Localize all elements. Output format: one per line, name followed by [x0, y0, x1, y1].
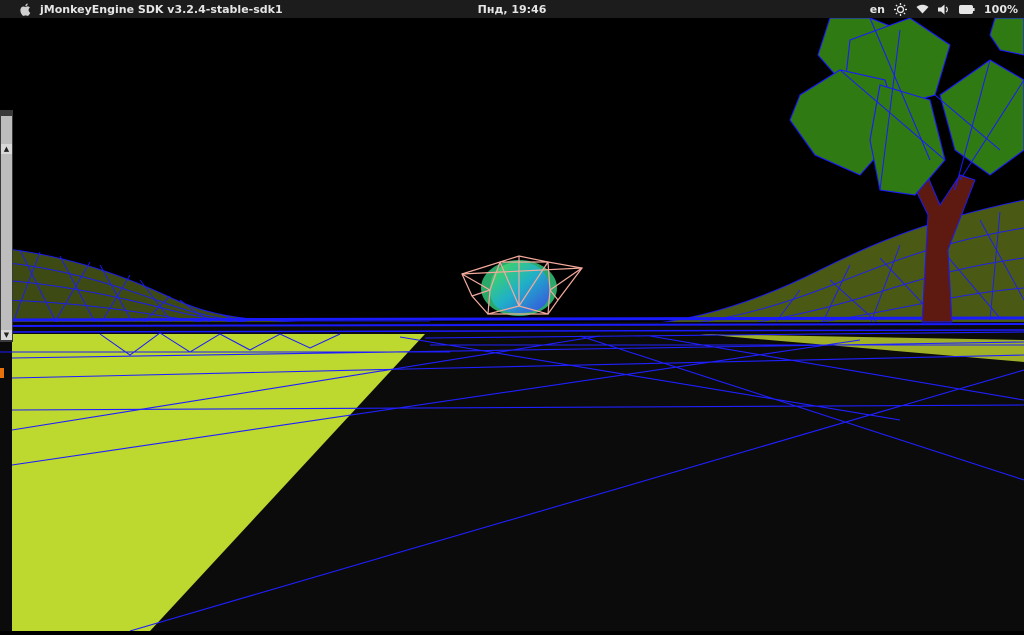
battery-icon[interactable]	[959, 4, 975, 14]
side-panel-scrollbar[interactable]: ▲ ▼	[0, 110, 13, 342]
app-title[interactable]: jMonkeyEngine SDK v3.2.4-stable-sdk1	[40, 3, 283, 16]
apple-logo-icon[interactable]	[17, 0, 35, 18]
scroll-down-button[interactable]: ▼	[1, 330, 12, 340]
battery-percentage: 100%	[984, 2, 1018, 16]
brightness-icon[interactable]	[894, 2, 908, 16]
3d-scene-viewport[interactable]: ▲ ▼	[0, 17, 1024, 632]
side-panel-marker	[0, 368, 4, 378]
clock-label[interactable]: Пнд, 19:46	[478, 3, 547, 16]
scroll-up-button[interactable]: ▲	[1, 144, 12, 154]
language-indicator[interactable]: en	[870, 3, 885, 16]
top-menubar: jMonkeyEngine SDK v3.2.4-stable-sdk1 Пнд…	[0, 0, 1024, 18]
wifi-icon[interactable]	[916, 4, 929, 14]
volume-icon[interactable]	[938, 4, 950, 15]
system-tray: en 100%	[870, 0, 1018, 18]
